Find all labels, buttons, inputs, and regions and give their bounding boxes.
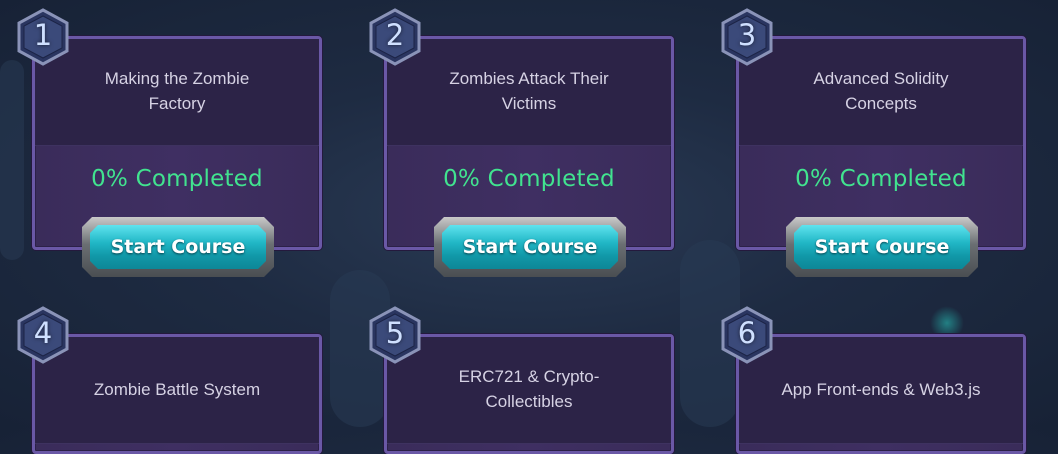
course-title: Advanced Solidity Concepts (813, 69, 949, 113)
course-number: 3 (737, 18, 757, 52)
course-card-4[interactable]: Zombie Battle System (32, 334, 322, 454)
course-card-5[interactable]: ERC721 & Crypto- Collectibles (384, 334, 674, 454)
course-progress: 0% Completed (443, 166, 615, 192)
course-number: 2 (385, 18, 405, 52)
course-title: App Front-ends & Web3.js (781, 379, 981, 399)
start-course-label: Start Course (462, 236, 598, 258)
course-card-header: ERC721 & Crypto- Collectibles (387, 337, 671, 444)
course-number: 6 (737, 316, 757, 350)
course-number-badge-5: 5 (368, 306, 422, 364)
start-course-label: Start Course (110, 236, 246, 258)
course-title: ERC721 & Crypto- Collectibles (458, 367, 600, 411)
course-number-badge-6: 6 (720, 306, 774, 364)
course-number-badge-4: 4 (16, 306, 70, 364)
course-card-6[interactable]: App Front-ends & Web3.js (736, 334, 1026, 454)
course-card-header: Zombies Attack Their Victims (387, 39, 671, 146)
start-course-button-2[interactable]: Start Course (434, 217, 626, 277)
course-title: Zombies Attack Their Victims (449, 69, 609, 113)
course-number: 5 (385, 316, 405, 350)
course-card-header: Zombie Battle System (35, 337, 319, 444)
start-course-button-3[interactable]: Start Course (786, 217, 978, 277)
course-title: Making the Zombie Factory (104, 69, 250, 113)
background-shape (0, 60, 24, 260)
course-title: Zombie Battle System (93, 379, 261, 399)
course-card-header: Making the Zombie Factory (35, 39, 319, 146)
course-number: 4 (33, 316, 53, 350)
course-number-badge-2: 2 (368, 8, 422, 66)
course-progress: 0% Completed (795, 166, 967, 192)
course-card-header: Advanced Solidity Concepts (739, 39, 1023, 146)
course-progress: 0% Completed (91, 166, 263, 192)
course-number-badge-1: 1 (16, 8, 70, 66)
start-course-button-1[interactable]: Start Course (82, 217, 274, 277)
course-number: 1 (33, 18, 53, 52)
course-card-header: App Front-ends & Web3.js (739, 337, 1023, 444)
course-number-badge-3: 3 (720, 8, 774, 66)
start-course-label: Start Course (814, 236, 950, 258)
